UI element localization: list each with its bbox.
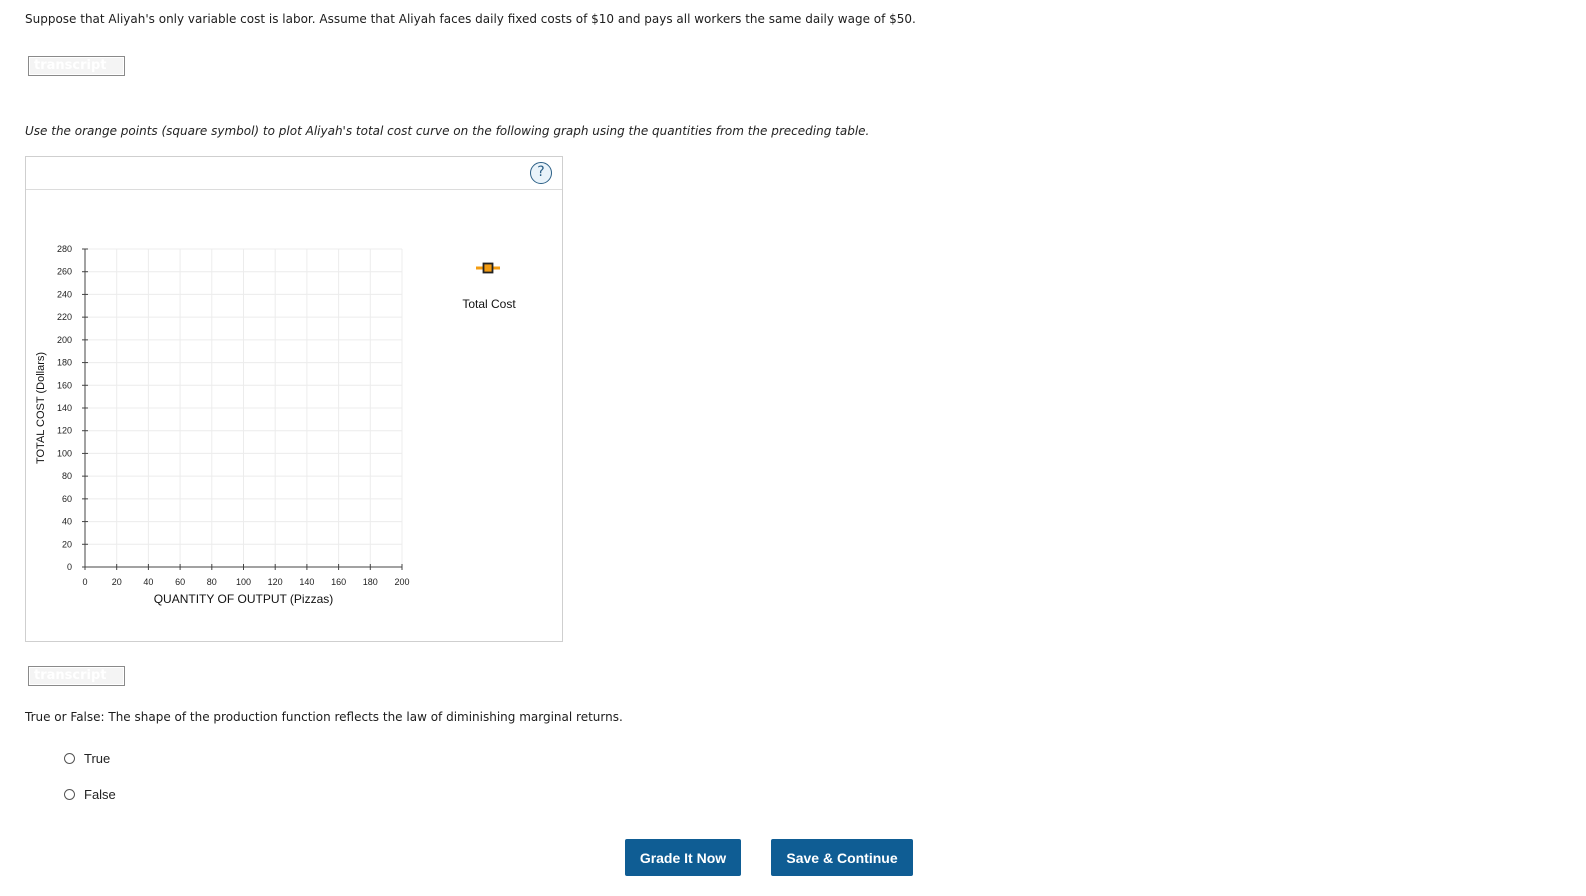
x-tick-label: 160 [331,577,346,587]
option-true-label: True [84,750,111,766]
y-tick-label: 220 [57,312,72,322]
option-false[interactable]: False [64,786,116,802]
x-tick-label: 60 [175,577,185,587]
x-tick-label: 20 [112,577,122,587]
total-cost-tool-label: Total Cost [462,297,516,311]
x-tick-label: 120 [268,577,283,587]
y-tick-label: 240 [57,289,72,299]
question-text: True or False: The shape of the producti… [25,710,623,724]
orange-square-point-icon[interactable] [482,262,494,274]
graph-panel: ? 0 20 40 60 80 100 120 140 160 180 200 220 240 260 28… [25,156,563,642]
y-tick-label: 160 [57,380,72,390]
x-tick-label: 40 [143,577,153,587]
y-axis-title: TOTAL COST (Dollars) [35,352,47,464]
problem-intro-text: Suppose that Aliyah's only variable cost… [25,12,916,26]
y-tick-label: 260 [57,267,72,277]
x-tick-label: 200 [394,577,409,587]
x-axis-title: QUANTITY OF OUTPUT (Pizzas) [154,592,334,606]
x-tick-label: 140 [299,577,314,587]
option-false-label: False [84,786,116,802]
y-tick-label: 120 [57,426,72,436]
y-tick-label: 280 [57,244,72,254]
y-tick-label: 100 [57,448,72,458]
x-tick-label: 100 [236,577,251,587]
y-tick-label: 40 [62,517,72,527]
x-tick-label: 80 [207,577,217,587]
y-tick-label: 80 [62,471,72,481]
x-tick-label: 0 [82,577,87,587]
y-tick-label: 200 [57,335,72,345]
y-tick-label: 60 [62,494,72,504]
grade-it-now-button[interactable]: Grade It Now [625,839,741,876]
graph-instruction-text: Use the orange points (square symbol) to… [25,124,870,138]
transcript-button[interactable]: transcript [28,56,125,76]
x-tick-label: 180 [363,577,378,587]
y-tick-label: 140 [57,403,72,413]
radio-true[interactable] [64,752,75,764]
option-true[interactable]: True [64,750,110,766]
y-tick-label: 0 [67,562,72,572]
radio-false[interactable] [64,788,75,800]
y-tick-label: 180 [57,358,72,368]
y-tick-label: 20 [62,539,72,549]
total-cost-chart[interactable]: 0 20 40 60 80 100 120 140 160 180 200 220 240 260 280 0… [26,157,562,641]
save-and-continue-button[interactable]: Save & Continue [771,839,913,876]
transcript-button[interactable]: transcript [28,666,125,686]
